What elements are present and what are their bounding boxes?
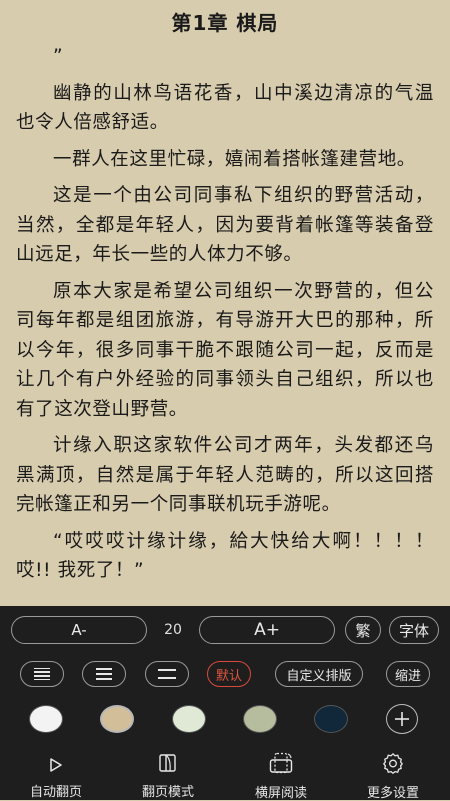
play-triangle-icon <box>50 758 62 772</box>
traditional-chinese-button[interactable]: 繁 <box>345 616 381 644</box>
tab-page-mode[interactable]: 翻页模式 <box>128 746 208 800</box>
custom-layout-button[interactable]: 自定义排版 <box>275 661 363 687</box>
paragraph: 一群人在这里忙碌，嬉闹着搭帐篷建营地。 <box>53 148 416 170</box>
default-layout-button[interactable]: 默认 <box>207 661 251 687</box>
tab-more-settings[interactable]: 更多设置 <box>353 746 433 801</box>
paragraph: “哎哎哎计缘计缘，給大快给大啊！！！！哎!! 我死了！” <box>16 530 434 582</box>
tab-auto-page[interactable]: 自动翻页 <box>16 746 96 800</box>
theme-swatch-parchment[interactable] <box>100 705 134 733</box>
gear-icon <box>383 753 403 774</box>
reading-settings-panel: A- 20 A+ 繁 字体 默认 自定义排版 缩进 自动翻页 翻页模式 横屏阅读… <box>0 606 450 801</box>
tab-landscape-label: 横屏阅读 <box>254 786 307 801</box>
paragraph: ” <box>53 46 64 67</box>
paragraph: 这是一个由公司同事私下组织的野营活动，当然，全都是年轻人，因为要背着帐篷等装备登… <box>16 185 434 265</box>
reader-content[interactable]: 第1章 棋局 ” 幽静的山林鸟语花香，山中溪边清凉的气温也令人倍感舒适。 一群人… <box>0 0 450 606</box>
bottom-tab-bar: 自动翻页 翻页模式 横屏阅读 更多设置 <box>0 746 450 801</box>
tab-page-mode-label: 翻页模式 <box>141 785 194 800</box>
tab-more-settings-label: 更多设置 <box>366 786 419 801</box>
plus-icon <box>395 712 409 726</box>
chapter-title: 第1章 棋局 <box>171 11 279 35</box>
rotate-screen-icon <box>269 752 293 774</box>
font-family-button[interactable]: 字体 <box>389 616 439 644</box>
line-spacing-medium-button[interactable] <box>82 661 126 687</box>
font-decrease-button[interactable]: A- <box>11 616 147 644</box>
line-spacing-loose-button[interactable] <box>145 661 189 687</box>
line-spacing-tight-button[interactable] <box>20 661 64 687</box>
theme-swatch-light-green[interactable] <box>172 705 206 733</box>
theme-swatch-olive[interactable] <box>243 705 277 733</box>
font-increase-button[interactable]: A+ <box>199 616 335 644</box>
theme-swatch-navy[interactable] <box>314 705 348 733</box>
font-size-value: 20 <box>164 622 182 638</box>
indent-button[interactable]: 缩进 <box>386 661 430 687</box>
add-theme-button[interactable] <box>386 704 418 734</box>
tab-landscape[interactable]: 横屏阅读 <box>241 746 321 801</box>
paragraph: 计缘入职这家软件公司才两年，头发都还乌黑满顶，自然是属于年轻人范畴的，所以这回搭… <box>16 435 434 515</box>
tab-auto-page-label: 自动翻页 <box>29 785 82 800</box>
font-size-row: A- 20 A+ 繁 字体 <box>0 615 450 647</box>
theme-row <box>0 704 450 739</box>
paragraph: 原本大家是希望公司组织一次野营的，但公司每年都是组团旅游，有导游开大巴的那种，所… <box>16 280 434 420</box>
paragraph: 幽静的山林鸟语花香，山中溪边清凉的气温也令人倍感舒适。 <box>16 82 434 134</box>
theme-swatch-white[interactable] <box>29 705 63 733</box>
layout-row: 默认 自定义排版 缩进 <box>0 661 450 689</box>
page-flip-icon <box>159 754 176 772</box>
